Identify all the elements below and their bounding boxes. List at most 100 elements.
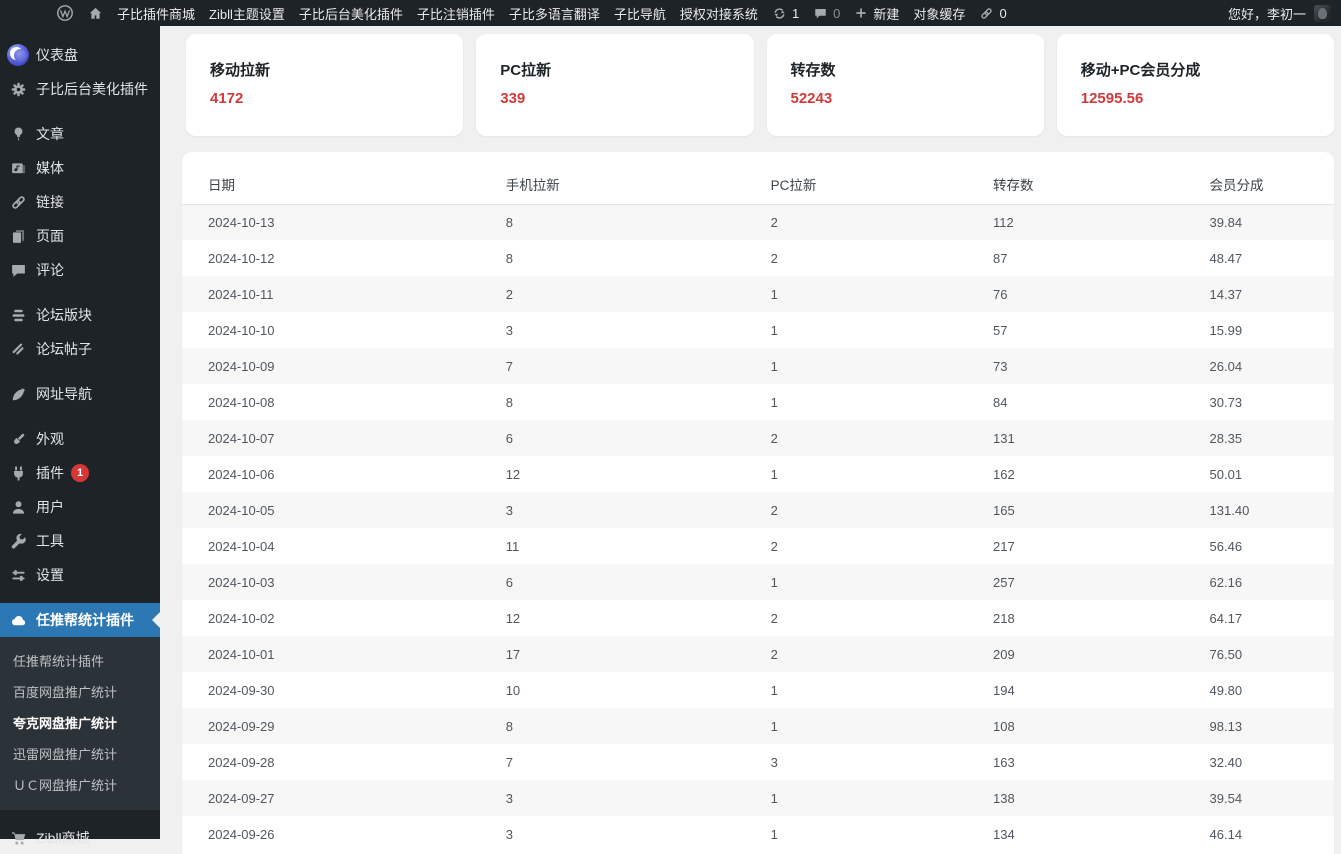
media-icon (0, 160, 36, 177)
col-header-member-share: 会员分成 (1210, 164, 1334, 204)
admin-bar-item-nav[interactable]: 子比导航 (614, 4, 666, 23)
table-row: 2024-09-287316332.40 (182, 744, 1334, 780)
table-row: 2024-10-076213128.35 (182, 420, 1334, 456)
col-header-pc-new: PC拉新 (771, 164, 993, 204)
stat-value: 339 (500, 90, 729, 107)
menu-separator (0, 411, 160, 422)
sidebar-item-plugins[interactable]: 插件 1 (0, 456, 160, 490)
user-icon (0, 499, 36, 516)
admin-bar-item-logout-plugin[interactable]: 子比注销插件 (417, 4, 495, 23)
sidebar-menu: 仪表盘 子比后台美化插件 文章 媒体 链接 页面 评论 (0, 26, 160, 839)
stat-cards: 移动拉新 4172 PC拉新 339 转存数 52243 移动+PC会员分成 1… (160, 26, 1341, 136)
sidebar-item-dashboard[interactable]: 仪表盘 (0, 38, 160, 72)
dashboard-site-icon (0, 44, 36, 66)
comment-count: 0 (833, 6, 840, 21)
admin-bar-item-plugin-store[interactable]: 子比插件商城 (117, 4, 195, 23)
sidebar-item-stats-plugin[interactable]: 任推帮统计插件 (0, 603, 160, 637)
table-row: 2024-09-273113839.54 (182, 780, 1334, 816)
stats-table-card: 日期 手机拉新 PC拉新 转存数 会员分成 2024-10-138211239.… (182, 152, 1334, 854)
table-row: 2024-10-036125762.16 (182, 564, 1334, 600)
forum-stack-icon (0, 307, 36, 324)
sidebar-item-comments[interactable]: 评论 (0, 253, 160, 287)
stat-title: 移动+PC会员分成 (1081, 59, 1310, 80)
submenu-item-stats-home[interactable]: 任推帮统计插件 (0, 645, 160, 676)
sidebar-item-posts[interactable]: 文章 (0, 117, 160, 151)
menu-separator (0, 366, 160, 377)
pushpin-icon (0, 126, 36, 143)
stat-value: 12595.56 (1081, 90, 1310, 107)
stat-card-transfers: 转存数 52243 (767, 34, 1044, 136)
plug-icon (0, 465, 36, 482)
new-label: 新建 (873, 4, 899, 23)
admin-bar-left: 子比插件商城 Zibll主题设置 子比后台美化插件 子比注销插件 子比多语言翻译… (0, 4, 1228, 23)
table-row: 2024-10-09717326.04 (182, 348, 1334, 384)
sliders-icon (0, 567, 36, 584)
carrot-icon (0, 386, 36, 403)
forum-topics-icon (0, 341, 36, 358)
admin-bar-item-zibll-theme[interactable]: Zibll主题设置 (209, 4, 285, 23)
admin-bar-item-beautify-plugin[interactable]: 子比后台美化插件 (299, 4, 403, 23)
sidebar-item-appearance[interactable]: 外观 (0, 422, 160, 456)
pages-icon (0, 228, 36, 245)
table-row: 2024-10-08818430.73 (182, 384, 1334, 420)
greeting-account[interactable]: 您好，李初一 (1228, 4, 1306, 23)
table-row: 2024-09-298110898.13 (182, 708, 1334, 744)
table-row: 2024-10-0411221756.46 (182, 528, 1334, 564)
sidebar-item-pages[interactable]: 页面 (0, 219, 160, 253)
sidebar-item-settings[interactable]: 设置 (0, 558, 160, 592)
paintbrush-icon (0, 431, 36, 448)
admin-bar-item-translate[interactable]: 子比多语言翻译 (509, 4, 600, 23)
cloud-icon (0, 612, 36, 629)
submenu-item-uc-stats[interactable]: ＵＣ网盘推广统计 (0, 769, 160, 800)
admin-bar: 子比插件商城 Zibll主题设置 子比后台美化插件 子比注销插件 子比多语言翻译… (0, 0, 1341, 26)
submenu-item-baidu-stats[interactable]: 百度网盘推广统计 (0, 676, 160, 707)
table-row: 2024-10-10315715.99 (182, 312, 1334, 348)
admin-bar-item-auth-system[interactable]: 授权对接系统 (680, 4, 758, 23)
wrench-icon (0, 533, 36, 550)
table-row: 2024-10-0532165131.40 (182, 492, 1334, 528)
stat-card-member-share: 移动+PC会员分成 12595.56 (1057, 34, 1334, 136)
updates-indicator[interactable]: 1 (772, 6, 799, 21)
stats-submenu: 任推帮统计插件 百度网盘推广统计 夸克网盘推广统计 迅雷网盘推广统计 ＵＣ网盘推… (0, 637, 160, 810)
comments-indicator[interactable]: 0 (813, 6, 840, 21)
object-cache-button[interactable]: 对象缓存 (913, 4, 965, 23)
sidebar-item-links[interactable]: 链接 (0, 185, 160, 219)
stat-title: 转存数 (791, 59, 1020, 80)
comments-icon (0, 262, 36, 279)
table-row: 2024-10-138211239.84 (182, 204, 1334, 240)
stat-value: 4172 (210, 90, 439, 107)
submenu-item-xunlei-stats[interactable]: 迅雷网盘推广统计 (0, 738, 160, 769)
sidebar-item-tools[interactable]: 工具 (0, 524, 160, 558)
stat-card-mobile-new: 移动拉新 4172 (186, 34, 463, 136)
menu-separator (0, 106, 160, 117)
col-header-transfers: 转存数 (993, 164, 1210, 204)
sidebar-item-admin-beautify[interactable]: 子比后台美化插件 (0, 72, 160, 106)
table-header-row: 日期 手机拉新 PC拉新 转存数 会员分成 (182, 164, 1334, 204)
col-header-date: 日期 (182, 164, 506, 204)
sidebar-item-forum-topics[interactable]: 论坛帖子 (0, 332, 160, 366)
stat-title: 移动拉新 (210, 59, 439, 80)
sidebar-item-media[interactable]: 媒体 (0, 151, 160, 185)
link-icon (979, 6, 994, 21)
home-icon[interactable] (88, 6, 103, 21)
table-row: 2024-10-0212221864.17 (182, 600, 1334, 636)
comment-icon (813, 6, 828, 21)
avatar[interactable] (1314, 5, 1331, 22)
submenu-item-quark-stats[interactable]: 夸克网盘推广统计 (0, 707, 160, 738)
gear-icon (0, 81, 36, 98)
menu-separator (0, 592, 160, 603)
table-row: 2024-10-0117220976.50 (182, 636, 1334, 672)
table-row: 2024-09-263113446.14 (182, 816, 1334, 852)
links-indicator[interactable]: 0 (979, 6, 1006, 21)
new-content-button[interactable]: 新建 (854, 4, 899, 23)
plugins-update-badge: 1 (71, 464, 89, 482)
wordpress-logo-icon[interactable] (56, 4, 74, 22)
chain-link-icon (0, 194, 36, 211)
link-count: 0 (999, 6, 1006, 21)
sidebar-item-users[interactable]: 用户 (0, 490, 160, 524)
table-row: 2024-10-12828748.47 (182, 240, 1334, 276)
sidebar-item-forum-sections[interactable]: 论坛版块 (0, 298, 160, 332)
stats-table: 日期 手机拉新 PC拉新 转存数 会员分成 2024-10-138211239.… (182, 164, 1334, 852)
sidebar-item-url-nav[interactable]: 网址导航 (0, 377, 160, 411)
plus-icon (854, 6, 868, 20)
